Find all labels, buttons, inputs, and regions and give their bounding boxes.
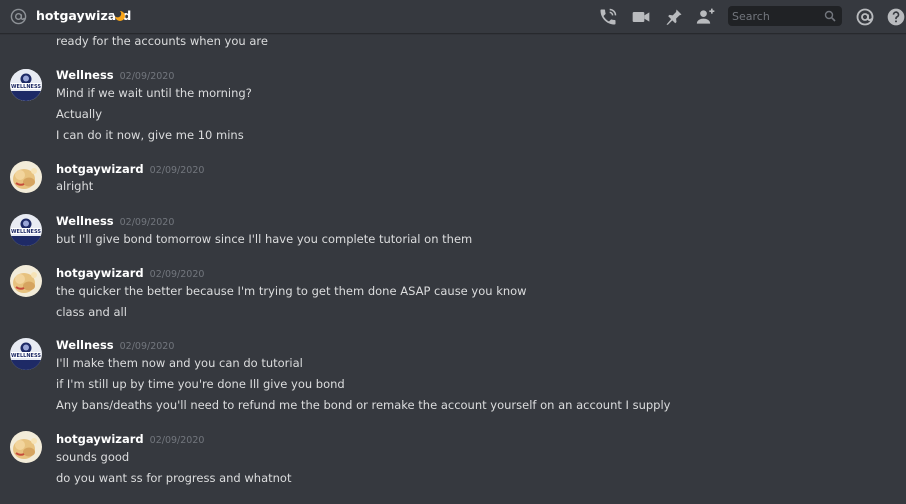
- message-text: Any bans/deaths you'll need to refund me…: [56, 398, 671, 412]
- message-text: if I'm still up by time you're done Ill …: [56, 377, 345, 391]
- pin-icon[interactable]: [664, 7, 684, 27]
- at-icon: [10, 8, 27, 25]
- wizard-avatar-image-icon: [10, 161, 42, 193]
- message-timestamp: 02/09/2020: [119, 217, 175, 228]
- message-text: alright: [56, 179, 94, 193]
- message-text: sounds good: [56, 450, 130, 464]
- message-timestamp: 02/09/2020: [149, 269, 205, 280]
- wizard-avatar[interactable]: [10, 265, 42, 297]
- message-author[interactable]: hotgaywizard 02/09/2020: [56, 161, 204, 179]
- wellness-avatar[interactable]: WELLNESS: [10, 214, 42, 246]
- message-author[interactable]: Wellness 02/09/2020: [56, 67, 174, 85]
- message-text: Actually: [56, 107, 103, 121]
- message-text: the quicker the better because I'm tryin…: [56, 284, 527, 298]
- phone-call-icon[interactable]: [598, 7, 618, 27]
- message-author[interactable]: Wellness 02/09/2020: [56, 213, 174, 231]
- wizard-avatar-image-icon: [10, 265, 42, 297]
- wellness-logo-icon: WELLNESS: [10, 214, 42, 246]
- message-text: but I'll give bond tomorrow since I'll h…: [56, 232, 473, 246]
- channel-header: hotgaywizard: [0, 0, 906, 33]
- wellness-avatar[interactable]: WELLNESS: [10, 69, 42, 101]
- message-timestamp: 02/09/2020: [119, 71, 175, 82]
- message-text: Mind if we wait until the morning?: [56, 86, 252, 100]
- svg-text:WELLNESS: WELLNESS: [11, 229, 41, 235]
- wellness-avatar[interactable]: WELLNESS: [10, 338, 42, 370]
- message-text: I'll make them now and you can do tutori…: [56, 356, 303, 370]
- wizard-avatar-image-icon: [10, 431, 42, 463]
- message-text: do you want ss for progress and whatnot: [56, 471, 292, 485]
- svg-text:WELLNESS: WELLNESS: [11, 353, 41, 359]
- message-timestamp: 02/09/2020: [149, 435, 205, 446]
- message-list: ready for the accounts when you are WELL…: [0, 33, 906, 504]
- help-icon[interactable]: [886, 7, 906, 27]
- moon-icon: [114, 10, 125, 21]
- message-text: I can do it now, give me 10 mins: [56, 128, 244, 142]
- search-box[interactable]: [728, 6, 842, 26]
- message-author[interactable]: Wellness 02/09/2020: [56, 337, 174, 355]
- message-author[interactable]: hotgaywizard 02/09/2020: [56, 265, 204, 283]
- message-text: ready for the accounts when you are: [56, 34, 268, 48]
- wizard-avatar[interactable]: [10, 161, 42, 193]
- message-author[interactable]: hotgaywizard 02/09/2020: [56, 431, 204, 449]
- video-camera-icon[interactable]: [631, 7, 651, 27]
- search-input[interactable]: [732, 8, 822, 24]
- message-timestamp: 02/09/2020: [119, 341, 175, 352]
- svg-text:WELLNESS: WELLNESS: [11, 84, 41, 90]
- wellness-logo-icon: WELLNESS: [10, 69, 42, 101]
- message-timestamp: 02/09/2020: [149, 165, 205, 176]
- search-icon: [824, 10, 836, 22]
- wizard-avatar[interactable]: [10, 431, 42, 463]
- add-friend-icon[interactable]: [696, 7, 716, 27]
- message-text: class and all: [56, 305, 127, 319]
- wellness-logo-icon: WELLNESS: [10, 338, 42, 370]
- mention-icon[interactable]: [855, 7, 875, 27]
